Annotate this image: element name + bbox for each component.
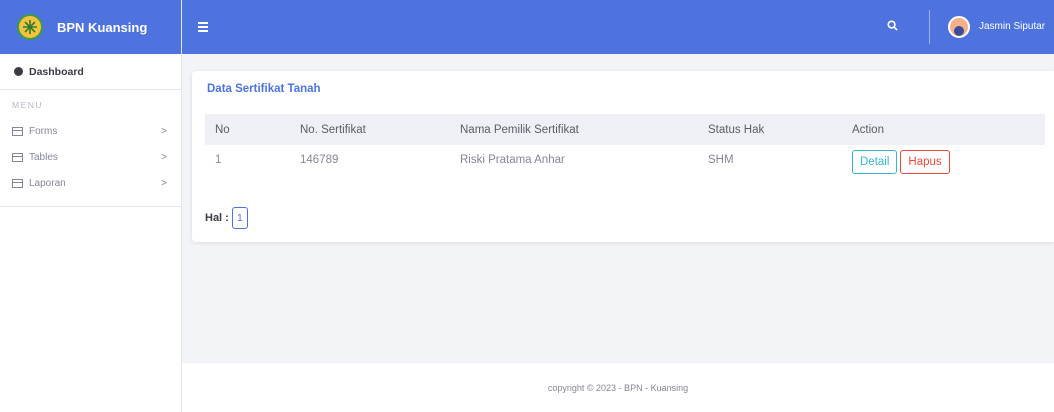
cell-no: 1	[215, 154, 222, 166]
column-header-no: No	[215, 123, 230, 136]
chevron-right-icon: >	[161, 125, 167, 137]
brand[interactable]: BPN Kuansing	[0, 0, 181, 54]
cell-status: SHM	[708, 154, 734, 166]
sidebar-item-label: Laporan	[29, 177, 66, 189]
footer: copyright © 2023 - BPN - Kuansing	[182, 363, 1054, 412]
card-title: Data Sertifikat Tanah	[207, 83, 321, 95]
report-icon	[12, 178, 23, 188]
menu-toggle-icon[interactable]	[198, 22, 208, 32]
search-icon[interactable]	[887, 20, 898, 31]
table-header-row: No No. Sertifikat Nama Pemilik Sertifika…	[205, 114, 1045, 145]
cell-action: Detail Hapus	[852, 145, 1045, 182]
sidebar-item-label: Forms	[29, 125, 58, 137]
cell-sertifikat: 146789	[300, 154, 339, 166]
sidebar-divider	[0, 206, 181, 207]
sidebar: BPN Kuansing Dashboard MENU Forms > Tabl…	[0, 0, 182, 412]
menu-heading: MENU	[12, 100, 44, 110]
column-header-nama: Nama Pemilik Sertifikat	[460, 123, 579, 136]
certificate-table: No No. Sertifikat Nama Pemilik Sertifika…	[205, 114, 1045, 182]
column-header-status: Status Hak	[708, 123, 765, 136]
table-icon	[12, 152, 23, 162]
pagination: Hal : 1	[205, 207, 248, 229]
chevron-right-icon: >	[161, 177, 167, 189]
sidebar-item-tables[interactable]: Tables >	[0, 144, 181, 170]
chevron-right-icon: >	[161, 151, 167, 163]
hapus-button[interactable]: Hapus	[900, 150, 950, 174]
table-row: 1 146789 Riski Pratama Anhar SHM Detail H…	[205, 145, 1045, 182]
column-header-action: Action	[852, 123, 884, 136]
sidebar-item-dashboard[interactable]: Dashboard	[0, 54, 181, 90]
sidebar-item-forms[interactable]: Forms >	[0, 118, 181, 144]
sidebar-item-laporan[interactable]: Laporan >	[0, 170, 181, 196]
avatar[interactable]	[948, 16, 970, 38]
pagination-label: Hal :	[205, 212, 229, 224]
sidebar-item-label: Tables	[29, 151, 58, 163]
page-1-button[interactable]: 1	[231, 207, 248, 229]
cell-nama: Riski Pratama Anhar	[460, 154, 565, 166]
brand-name: BPN Kuansing	[57, 19, 148, 35]
column-header-sertifikat: No. Sertifikat	[300, 123, 366, 136]
user-name[interactable]: Jasmin Siputar	[979, 21, 1045, 32]
topbar: Jasmin Siputar	[182, 0, 1054, 54]
sidebar-item-label: Dashboard	[29, 65, 84, 78]
detail-button[interactable]: Detail	[852, 150, 898, 174]
bpn-logo-icon	[17, 14, 43, 40]
topbar-divider	[929, 10, 930, 44]
dashboard-icon	[14, 67, 23, 76]
form-icon	[12, 126, 23, 136]
certificate-card: Data Sertifikat Tanah No No. Sertifikat …	[192, 71, 1054, 242]
copyright-text: copyright © 2023 - BPN - Kuansing	[547, 382, 689, 393]
